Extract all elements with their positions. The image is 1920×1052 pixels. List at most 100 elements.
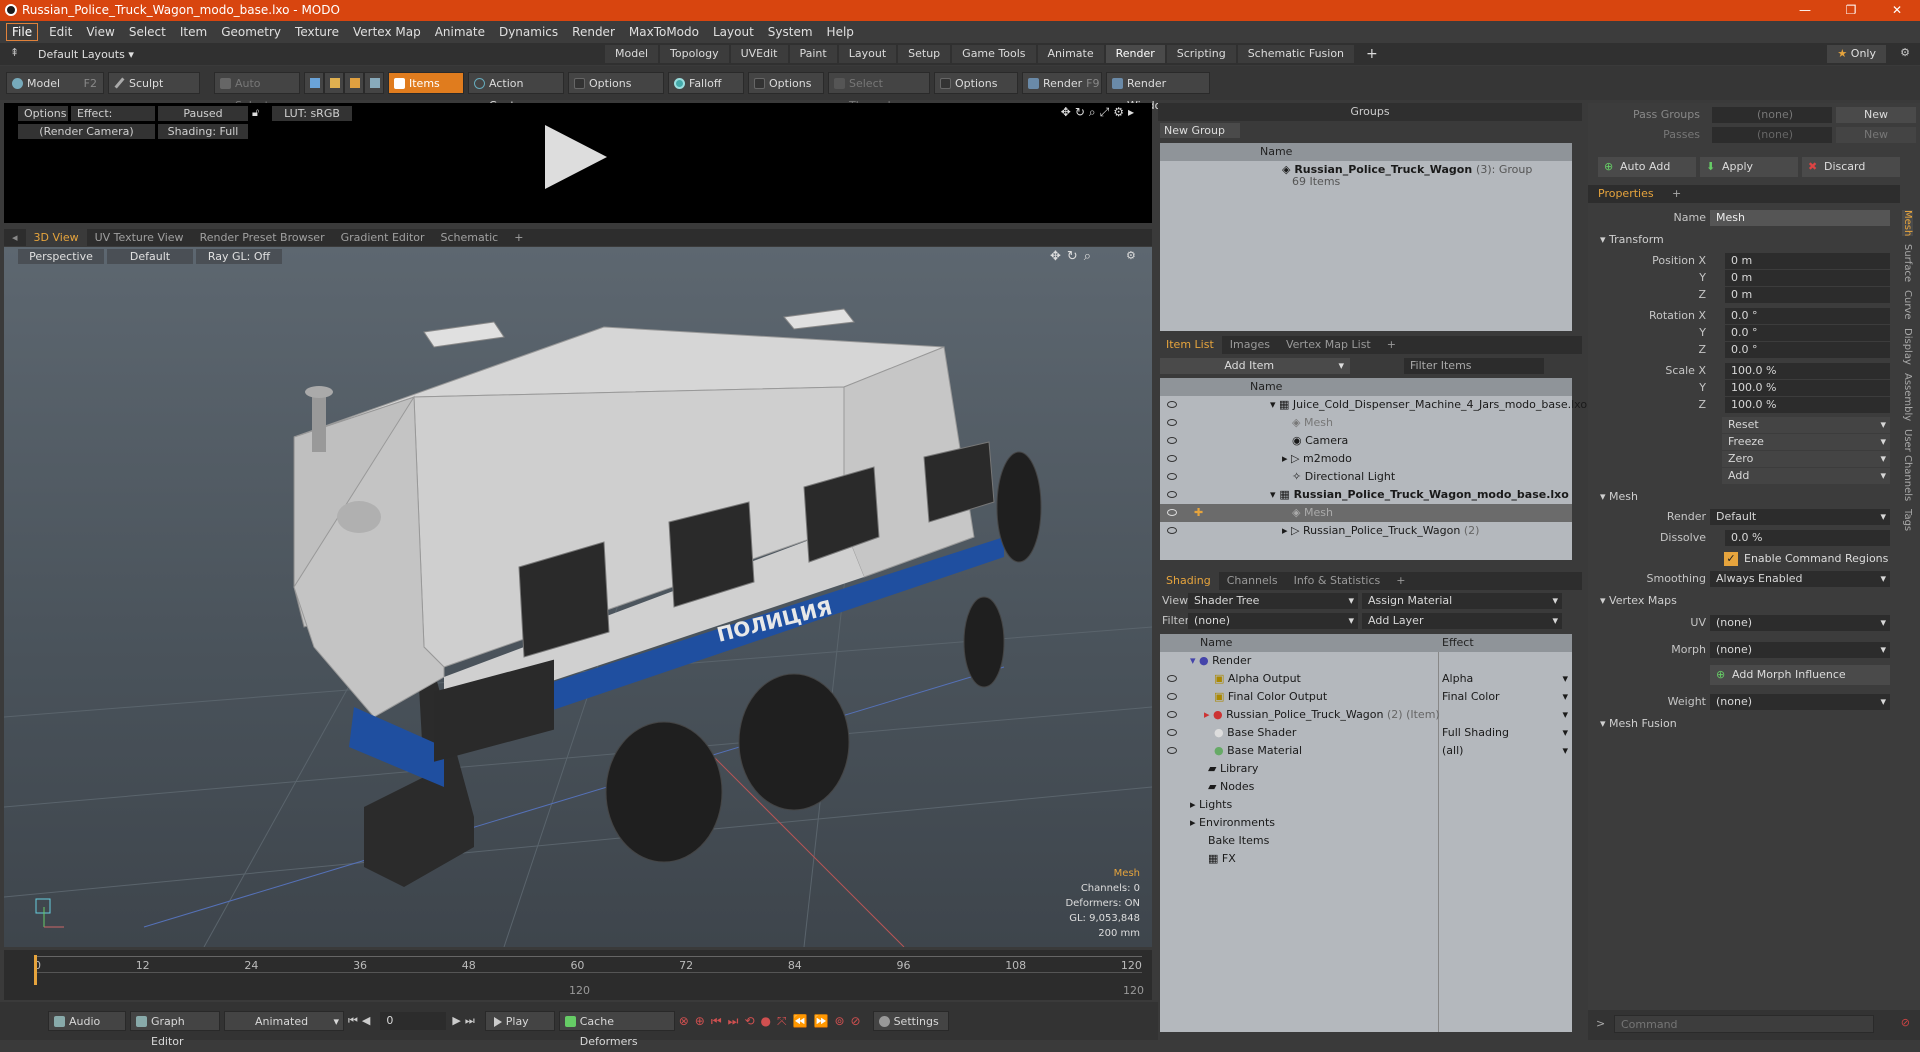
- morph-dropdown[interactable]: (none) ▾: [1710, 642, 1890, 658]
- shader-row[interactable]: ▣ Alpha Output Alpha ▾: [1160, 670, 1572, 688]
- menu-maxtomodo[interactable]: MaxToModo: [622, 21, 706, 43]
- preview-lut-dropdown[interactable]: LUT: sRGB: [272, 106, 352, 121]
- cache-deformers-button[interactable]: Cache Deformers: [558, 1011, 675, 1048]
- mesh-fusion-section[interactable]: ▾ Mesh Fusion: [1600, 717, 1677, 730]
- select-through-options-button[interactable]: Options: [934, 72, 1018, 94]
- visibility-eye-icon[interactable]: [1167, 419, 1177, 426]
- tab-game-tools[interactable]: Game Tools: [952, 45, 1036, 63]
- tab-info-statistics[interactable]: Info & Statistics: [1286, 572, 1389, 590]
- new-pass-button[interactable]: New: [1836, 127, 1916, 143]
- tab-topology[interactable]: Topology: [660, 45, 729, 63]
- command-input[interactable]: [1614, 1015, 1874, 1033]
- discard-button[interactable]: ✖ Discard: [1802, 157, 1900, 177]
- apply-button[interactable]: ⬇ Apply: [1700, 157, 1798, 177]
- play-icon[interactable]: [545, 125, 607, 189]
- list-item[interactable]: ✚ ◈ Mesh: [1160, 504, 1572, 522]
- menu-vertex-map[interactable]: Vertex Map: [346, 21, 428, 43]
- 3d-viewport[interactable]: Perspective Default Ray GL: Off ✥↻⌕ ⚙ ПО…: [4, 247, 1152, 947]
- visibility-eye-icon[interactable]: [1167, 747, 1177, 754]
- name-input[interactable]: Mesh: [1710, 210, 1890, 226]
- vertex-maps-section[interactable]: ▾ Vertex Maps: [1600, 594, 1677, 607]
- tab-uv-texture-view[interactable]: UV Texture View: [87, 229, 192, 246]
- tab-model[interactable]: Model: [605, 45, 659, 63]
- preview-camera-dropdown[interactable]: (Render Camera): [18, 124, 155, 139]
- list-item[interactable]: ◈ Mesh: [1160, 414, 1572, 432]
- auto-add-button[interactable]: ⊕ Auto Add: [1598, 157, 1696, 177]
- mesh-section[interactable]: ▾ Mesh: [1600, 490, 1638, 503]
- animated-dropdown[interactable]: Animated ▾: [224, 1011, 344, 1031]
- side-tab-tags[interactable]: Tags: [1902, 509, 1913, 531]
- new-pass-group-button[interactable]: New: [1836, 107, 1916, 123]
- menu-edit[interactable]: Edit: [42, 21, 79, 43]
- record-key-icons[interactable]: ⊗⊕⏮⏭⟲●⤧⏪⏩⊚⊘: [679, 1014, 867, 1029]
- side-tab-assembly[interactable]: Assembly: [1902, 373, 1913, 421]
- action-center-options-button[interactable]: Options: [568, 72, 664, 94]
- falloff-button[interactable]: Falloff: [668, 72, 744, 94]
- shader-row[interactable]: ● Base Shader Full Shading ▾: [1160, 724, 1572, 742]
- menu-animate[interactable]: Animate: [428, 21, 492, 43]
- auto-select-button[interactable]: Auto Select: [214, 72, 300, 112]
- new-group-button[interactable]: New Group: [1160, 123, 1240, 138]
- menu-select[interactable]: Select: [122, 21, 173, 43]
- viewport-tabs-grip-icon[interactable]: ◂: [4, 229, 26, 246]
- list-item[interactable]: ◉ Camera: [1160, 432, 1572, 450]
- freeze-dropdown[interactable]: Freeze ▾: [1722, 434, 1890, 450]
- audio-button[interactable]: Audio: [48, 1011, 126, 1031]
- scale-x-input[interactable]: 100.0 %: [1725, 363, 1890, 379]
- shader-row[interactable]: ▸ ● Russian_Police_Truck_Wagon (2) (Item…: [1160, 706, 1572, 724]
- visibility-eye-icon[interactable]: [1167, 491, 1177, 498]
- list-item[interactable]: ▾ ▦ Russian_Police_Truck_Wagon_modo_base…: [1160, 486, 1572, 504]
- tab-channels[interactable]: Channels: [1219, 572, 1286, 590]
- rotation-y-input[interactable]: 0.0 °: [1725, 325, 1890, 341]
- add-item-button[interactable]: Add Item ▾: [1160, 358, 1350, 374]
- preview-effect-dropdown[interactable]: Effect: (Shadi...: [71, 106, 155, 135]
- list-item[interactable]: ▸ ▷ m2modo: [1160, 450, 1572, 468]
- tab-shading[interactable]: Shading: [1158, 572, 1219, 590]
- menu-help[interactable]: Help: [820, 21, 861, 43]
- only-button[interactable]: ★ Only: [1827, 45, 1886, 63]
- transform-section[interactable]: ▾ Transform: [1600, 233, 1664, 246]
- add-properties-tab-button[interactable]: +: [1672, 185, 1681, 203]
- passes-dropdown[interactable]: (none): [1712, 127, 1832, 143]
- materials-mode-icon[interactable]: [364, 72, 384, 94]
- dissolve-input[interactable]: 0.0 %: [1725, 530, 1890, 546]
- menu-layout[interactable]: Layout: [706, 21, 761, 43]
- add-shading-tab-button[interactable]: +: [1388, 572, 1413, 590]
- rotation-x-input[interactable]: 0.0 °: [1725, 308, 1890, 324]
- close-button[interactable]: ✕: [1874, 0, 1920, 21]
- minimize-button[interactable]: —: [1782, 0, 1828, 21]
- assign-material-dropdown[interactable]: Assign Material ▾: [1362, 593, 1562, 609]
- lock-icon[interactable]: 🔓︎: [252, 106, 259, 120]
- side-tab-curve[interactable]: Curve: [1902, 290, 1913, 320]
- visibility-eye-icon[interactable]: [1167, 455, 1177, 462]
- visibility-eye-icon[interactable]: [1167, 509, 1177, 516]
- menu-view[interactable]: View: [79, 21, 121, 43]
- visibility-eye-icon[interactable]: [1167, 401, 1177, 408]
- tab-vertex-map-list[interactable]: Vertex Map List: [1278, 336, 1379, 354]
- tab-3d-view[interactable]: 3D View: [25, 229, 87, 246]
- side-tab-display[interactable]: Display: [1902, 328, 1913, 365]
- list-item[interactable]: ✧ Directional Light: [1160, 468, 1572, 486]
- falloff-options-button[interactable]: Options: [748, 72, 824, 94]
- tab-gradient-editor[interactable]: Gradient Editor: [333, 229, 433, 246]
- side-tab-user-channels[interactable]: User Channels: [1902, 429, 1913, 501]
- menu-system[interactable]: System: [761, 21, 820, 43]
- tab-schematic-fusion[interactable]: Schematic Fusion: [1237, 45, 1355, 63]
- add-list-tab-button[interactable]: +: [1379, 336, 1404, 354]
- tab-item-list[interactable]: Item List: [1158, 336, 1222, 354]
- add-tab-button[interactable]: +: [1356, 45, 1388, 63]
- tab-paint[interactable]: Paint: [789, 45, 837, 63]
- select-through-button[interactable]: Select Through: [828, 72, 930, 112]
- maximize-button[interactable]: ❐: [1828, 0, 1874, 21]
- items-mode-button[interactable]: Items: [388, 72, 464, 94]
- tab-images[interactable]: Images: [1222, 336, 1278, 354]
- preview-paused-button[interactable]: Paused: [158, 106, 248, 121]
- current-frame-input[interactable]: 0: [380, 1012, 447, 1030]
- graph-editor-button[interactable]: Graph Editor: [130, 1011, 220, 1048]
- preview-nav-icons[interactable]: ✥↻⌕⤢⚙▸: [1061, 105, 1138, 120]
- preview-options-button[interactable]: Options: [18, 106, 68, 121]
- uv-dropdown[interactable]: (none) ▾: [1710, 615, 1890, 631]
- smoothing-dropdown[interactable]: Always Enabled ▾: [1710, 571, 1890, 587]
- shader-row[interactable]: ▣ Final Color Output Final Color ▾: [1160, 688, 1572, 706]
- model-button[interactable]: Model F2: [6, 72, 104, 94]
